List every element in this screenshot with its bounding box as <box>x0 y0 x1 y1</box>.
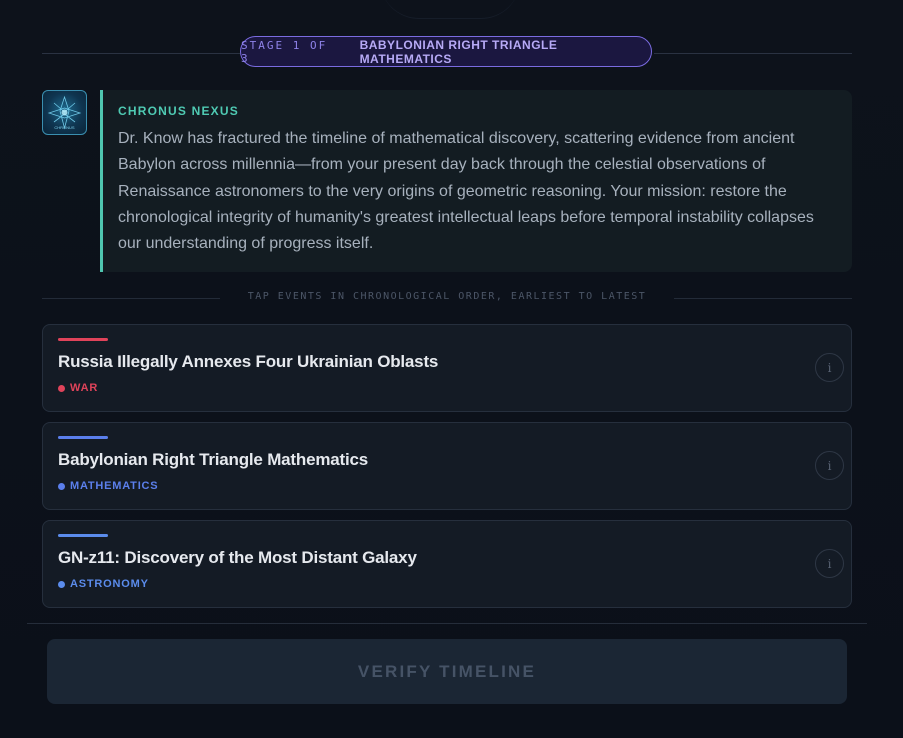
chronus-nexus-avatar-icon: CHRONUS <box>42 90 87 135</box>
stage-divider-right <box>654 53 852 54</box>
avatar-caption: CHRONUS <box>54 125 75 130</box>
category-dot-icon <box>58 482 65 490</box>
stage-name: BABYLONIAN RIGHT TRIANGLE MATHEMATICS <box>359 37 558 66</box>
event-accent-bar <box>58 534 108 537</box>
info-icon[interactable]: i <box>815 353 844 382</box>
event-card-mathematics[interactable]: Babylonian Right Triangle Mathematics MA… <box>42 422 852 510</box>
instruction-divider-right <box>674 298 852 299</box>
category-label: WAR <box>70 382 99 394</box>
info-icon[interactable]: i <box>815 451 844 480</box>
event-title: Russia Illegally Annexes Four Ukrainian … <box>58 352 439 371</box>
footer-divider <box>27 623 867 624</box>
event-title: GN-z11: Discovery of the Most Distant Ga… <box>58 548 417 567</box>
instruction-divider-left <box>42 298 220 299</box>
event-category: WAR <box>58 382 98 394</box>
stage-header: STAGE 1 OF 3 BABYLONIAN RIGHT TRIANGLE M… <box>42 36 852 70</box>
event-accent-bar <box>58 436 108 439</box>
event-category: MATHEMATICS <box>58 480 158 492</box>
stage-counter: STAGE 1 OF 3 <box>241 38 328 65</box>
verify-timeline-button[interactable]: VERIFY TIMELINE <box>47 639 847 704</box>
instruction-row: TAP EVENTS IN CHRONOLOGICAL ORDER, EARLI… <box>42 290 852 306</box>
category-label: ASTRONOMY <box>70 578 149 590</box>
narrator-message-panel: CHRONUS NEXUS Dr. Know has fractured the… <box>100 90 852 272</box>
category-dot-icon <box>58 384 65 392</box>
narrator-message: Dr. Know has fractured the timeline of m… <box>118 130 814 253</box>
stage-divider-left <box>42 53 240 54</box>
top-ornament <box>380 0 520 19</box>
event-category: ASTRONOMY <box>58 578 149 590</box>
event-card-war[interactable]: Russia Illegally Annexes Four Ukrainian … <box>42 324 852 412</box>
narrator-name: CHRONUS NEXUS <box>118 104 239 118</box>
instruction-text: TAP EVENTS IN CHRONOLOGICAL ORDER, EARLI… <box>247 291 647 302</box>
info-icon[interactable]: i <box>815 549 844 578</box>
category-dot-icon <box>58 580 65 588</box>
event-title: Babylonian Right Triangle Mathematics <box>58 450 368 469</box>
event-card-astronomy[interactable]: GN-z11: Discovery of the Most Distant Ga… <box>42 520 852 608</box>
category-label: MATHEMATICS <box>70 480 159 492</box>
stage-badge: STAGE 1 OF 3 BABYLONIAN RIGHT TRIANGLE M… <box>240 36 652 67</box>
event-accent-bar <box>58 338 108 341</box>
